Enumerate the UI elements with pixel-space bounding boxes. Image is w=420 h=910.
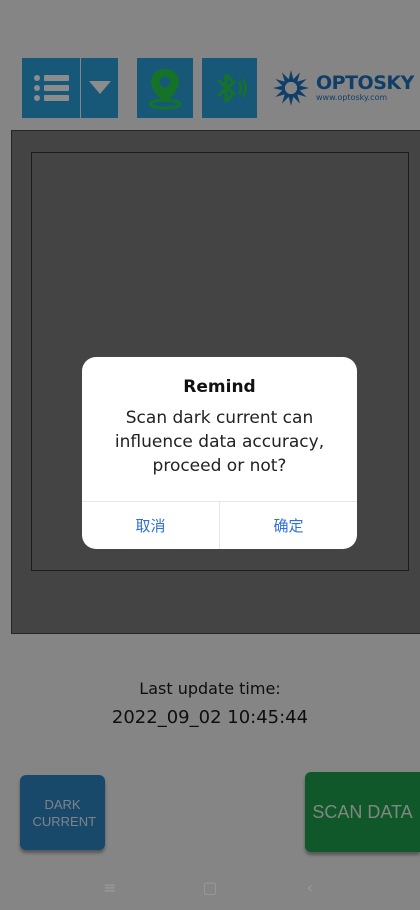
dialog-message: Scan dark current can influence data acc… xyxy=(114,408,325,476)
system-navigation-bar: ≡ ▢ ‹ xyxy=(0,865,420,910)
home-nav-icon[interactable]: ▢ xyxy=(195,878,225,897)
confirm-button[interactable]: 确定 xyxy=(219,502,357,549)
app-screen: OPTOSKY www.optosky.com Last update time… xyxy=(0,0,420,910)
menu-nav-icon[interactable]: ≡ xyxy=(95,878,125,897)
remind-dialog: Remind Scan dark current can influence d… xyxy=(82,357,357,549)
dialog-actions: 取消 确定 xyxy=(82,501,357,549)
cancel-button[interactable]: 取消 xyxy=(82,502,219,549)
dialog-title: Remind xyxy=(183,377,256,397)
back-nav-icon[interactable]: ‹ xyxy=(295,878,325,897)
